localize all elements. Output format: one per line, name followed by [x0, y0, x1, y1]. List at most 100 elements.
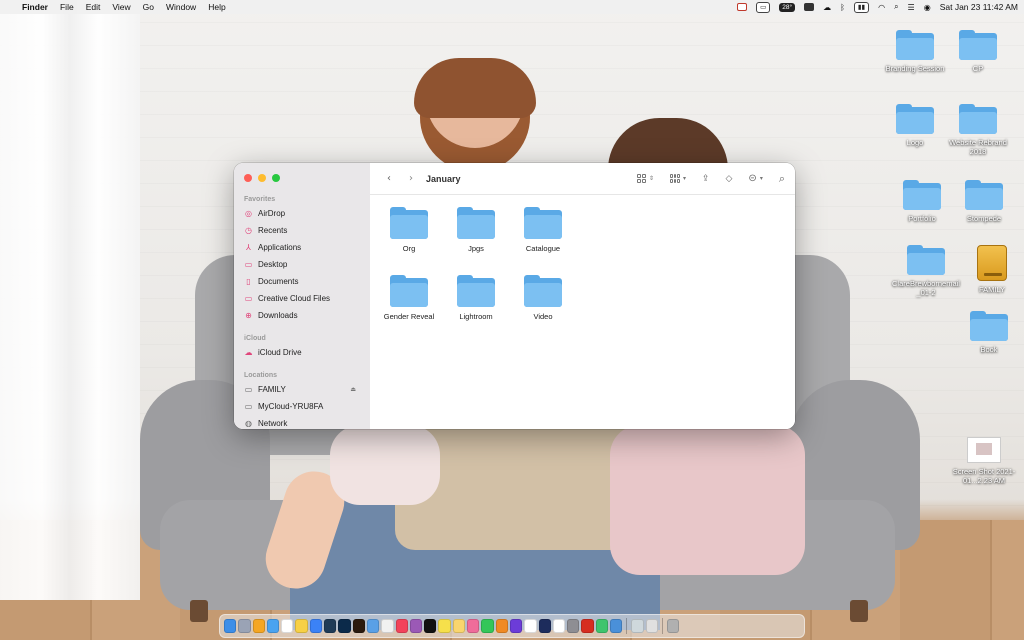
creative-cloud-status-icon[interactable]: ☁ — [823, 3, 831, 12]
airdrop-icon: ◎ — [245, 209, 252, 218]
sidebar-section-icloud: iCloud — [244, 335, 266, 342]
sidebar-section-locations: Locations — [244, 372, 278, 379]
chrome-icon[interactable] — [381, 619, 394, 633]
battery-percent-status-icon[interactable]: ▭ — [756, 1, 771, 13]
tag-button[interactable]: ◇ — [726, 174, 733, 184]
group-icon — [669, 174, 680, 183]
safari-icon[interactable] — [309, 619, 323, 633]
eject-icon[interactable]: ⏏ — [350, 386, 356, 393]
sidebar-item-network[interactable]: ◍ Network — [234, 415, 370, 429]
folder-item-jpgs[interactable]: Jpgs — [442, 207, 510, 253]
screenshot-thumbnail-icon — [967, 437, 1001, 463]
zoom-window-button[interactable] — [272, 174, 280, 182]
disney-icon[interactable] — [538, 619, 551, 633]
lightroom-classic-icon[interactable] — [324, 619, 337, 633]
menu-go[interactable]: Go — [143, 2, 154, 12]
sd-icon[interactable] — [438, 619, 451, 633]
sidebar-item-mycloud[interactable]: ▭ MyCloud-YRU8FA — [234, 398, 370, 415]
sidebar-item-downloads[interactable]: ⊕ Downloads — [234, 307, 370, 324]
launchpad-icon[interactable] — [238, 619, 251, 633]
sidebar-item-applications[interactable]: ⅄ Applications — [234, 239, 370, 256]
sidebar-item-recents[interactable]: ◷ Recents — [234, 222, 370, 239]
desktop-folder-stompede[interactable]: Stompede — [944, 180, 1024, 223]
photos-alt-icon[interactable] — [467, 619, 480, 633]
share-button[interactable]: ⇪ — [702, 174, 710, 184]
notes-alt-icon[interactable] — [452, 619, 466, 633]
folder-item-org[interactable]: Org — [375, 207, 443, 253]
folder-icon: ▭ — [244, 294, 253, 303]
window-controls — [234, 171, 370, 185]
files-icon[interactable] — [610, 619, 623, 633]
pdf-app-status-icon[interactable] — [737, 3, 748, 11]
folder-item-video[interactable]: Video — [509, 275, 577, 321]
back-button[interactable]: ‹ — [382, 173, 396, 184]
sidebar-item-creative-cloud-files[interactable]: ▭ Creative Cloud Files — [234, 290, 370, 307]
menu-window[interactable]: Window — [166, 2, 196, 12]
wifi-icon[interactable]: ◠ — [878, 3, 885, 12]
screenshot-2-icon[interactable] — [645, 619, 658, 633]
menu-file[interactable]: File — [60, 2, 74, 12]
menubar-clock[interactable]: Sat Jan 23 11:42 AM — [940, 2, 1018, 12]
sidebar-item-airdrop[interactable]: ◎ AirDrop — [234, 205, 370, 222]
safari-alt-icon[interactable] — [366, 619, 380, 633]
chevron-down-icon: ▾ — [759, 175, 763, 182]
settings-icon[interactable] — [567, 619, 580, 633]
more-actions-button[interactable]: ⊝ ▾ — [748, 173, 762, 184]
weather-status-icon[interactable]: 28° — [779, 2, 796, 12]
folder-icon — [907, 245, 945, 275]
mail-icon[interactable] — [266, 619, 280, 633]
m-icon[interactable] — [524, 619, 537, 633]
control-center-icon[interactable]: ☰ — [908, 3, 915, 12]
menu-help[interactable]: Help — [208, 2, 225, 12]
desktop-folder-website-rebrand[interactable]: Website Rebrand 2018 — [938, 104, 1018, 156]
bridge-icon[interactable] — [352, 619, 365, 633]
menu-view[interactable]: View — [112, 2, 130, 12]
music-icon[interactable] — [395, 619, 408, 633]
affinity-icon[interactable] — [509, 619, 523, 633]
search-button[interactable]: ⌕ — [779, 172, 785, 186]
appletv-icon[interactable] — [424, 619, 437, 633]
minimize-window-button[interactable] — [258, 174, 266, 182]
facetime-icon[interactable] — [595, 619, 609, 633]
finder-icon[interactable] — [224, 619, 237, 633]
desktop-drive-family[interactable]: FAMILY — [952, 245, 1024, 294]
view-mode-button[interactable]: ⇕ — [636, 174, 654, 183]
notes-icon[interactable] — [295, 619, 308, 633]
desktop-folder-book[interactable]: Book — [949, 311, 1024, 354]
battery-icon[interactable]: ▮▮ — [853, 1, 870, 13]
cloud-icon: ☁ — [244, 348, 253, 357]
app-menu-finder[interactable]: Finder — [22, 2, 48, 12]
bluetooth-icon[interactable]: ᛒ — [840, 3, 845, 12]
menu-edit[interactable]: Edit — [86, 2, 101, 12]
photos-icon[interactable] — [252, 619, 265, 633]
trash-icon[interactable] — [666, 619, 680, 633]
sidebar-item-family-drive[interactable]: ▭ FAMILY ⏏ — [234, 381, 370, 398]
sidebar-item-documents[interactable]: ▯ Documents — [234, 273, 370, 290]
pages-icon[interactable] — [495, 619, 508, 633]
sidebar-item-icloud-drive[interactable]: ☁ iCloud Drive — [234, 344, 370, 361]
desktop-folder-cp[interactable]: CP — [938, 30, 1018, 73]
sidebar-section-favorites: Favorites — [244, 196, 276, 203]
folder-item-catalogue[interactable]: Catalogue — [509, 207, 577, 253]
sidebar-item-desktop[interactable]: ▭ Desktop — [234, 256, 370, 273]
folder-item-lightroom[interactable]: Lightroom — [442, 275, 510, 321]
spotlight-search-icon[interactable]: ⌕ — [894, 2, 898, 12]
acrobat-icon[interactable] — [581, 619, 594, 633]
group-by-button[interactable]: ▾ — [669, 174, 686, 183]
folder-item-gender-reveal[interactable]: Gender Reveal — [375, 275, 443, 321]
forward-button[interactable]: › — [404, 173, 418, 184]
screenshot-1-icon[interactable] — [631, 619, 644, 633]
folder-icon — [390, 207, 428, 239]
podcasts-icon[interactable] — [409, 619, 423, 633]
close-window-button[interactable] — [244, 174, 252, 182]
messages-icon[interactable] — [481, 619, 494, 633]
window-title: January — [426, 173, 461, 184]
cast-status-icon[interactable] — [804, 3, 815, 11]
calendar-icon[interactable] — [281, 619, 294, 633]
desktop-file-screenshot[interactable]: Screen Shot 2021-01...2.23 AM — [944, 437, 1024, 485]
photoshop-icon[interactable] — [338, 619, 351, 633]
download-icon: ⊕ — [245, 311, 252, 320]
siri-icon[interactable]: ◉ — [924, 3, 931, 12]
notion-icon[interactable] — [552, 619, 566, 633]
menu-bar: Finder File Edit View Go Window Help ▭ 2… — [0, 0, 1024, 14]
